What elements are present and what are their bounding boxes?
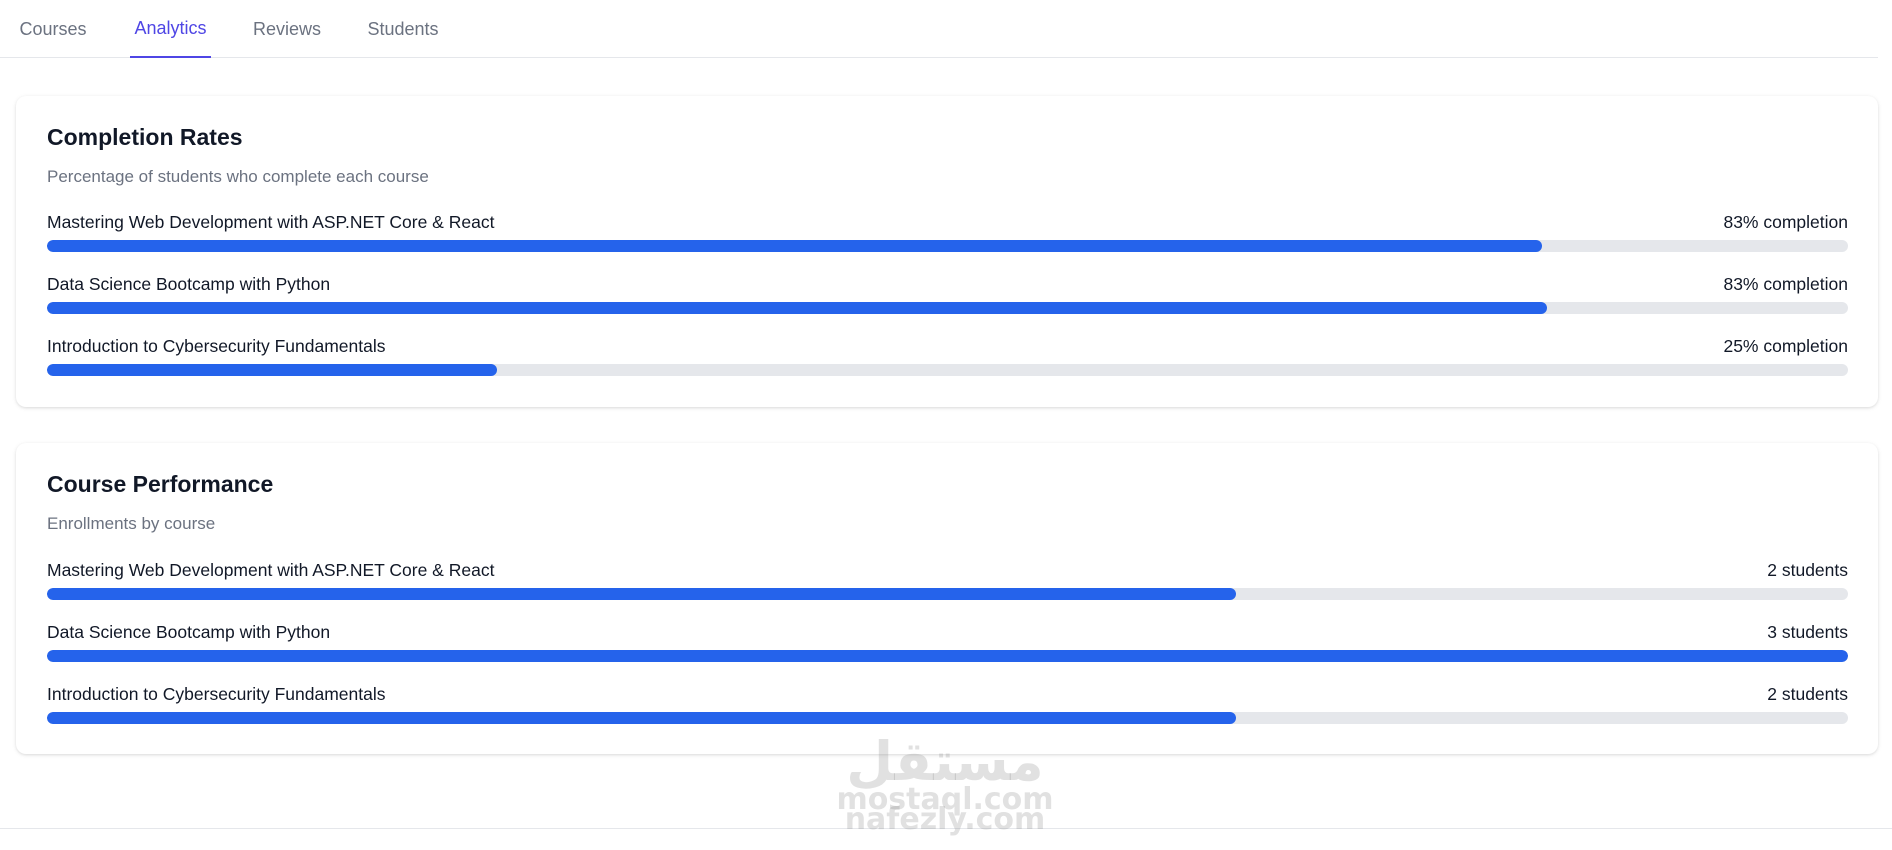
card-title: Course Performance (47, 471, 274, 497)
completion-rates-card: Completion Rates Percentage of students … (16, 96, 1878, 407)
progress-track (47, 650, 1848, 662)
card-title: Completion Rates (47, 124, 243, 150)
completion-value: 25% completion (1723, 336, 1848, 356)
course-name: Mastering Web Development with ASP.NET C… (47, 560, 495, 580)
card-subtitle: Enrollments by course (47, 514, 216, 533)
progress-fill (47, 588, 1236, 600)
completion-value: 83% completion (1723, 212, 1848, 232)
tab-reviews[interactable]: Reviews (250, 0, 324, 58)
progress-track (47, 302, 1848, 314)
analytics-page: Courses Analytics Reviews Students Compl… (0, 0, 1892, 850)
enrollment-row: Introduction to Cybersecurity Fundamenta… (47, 683, 1848, 727)
progress-fill (47, 712, 1236, 724)
card-subtitle: Percentage of students who complete each… (47, 167, 429, 186)
enrollment-value: 2 students (1767, 684, 1848, 704)
tab-courses[interactable]: Courses (16, 0, 90, 58)
course-name: Data Science Bootcamp with Python (47, 622, 331, 642)
watermark-arabic: مستقل (846, 730, 1046, 793)
progress-track (47, 712, 1848, 724)
course-performance-card: Course Performance Enrollments by course… (16, 443, 1878, 754)
progress-fill (47, 364, 498, 376)
progress-track (47, 588, 1848, 600)
watermark-logo: مستقل mostaql.com nafezly.com (830, 735, 1060, 835)
enrollment-row: Data Science Bootcamp with Python 3 stud… (47, 621, 1848, 665)
tab-students[interactable]: Students (362, 0, 444, 58)
course-name: Introduction to Cybersecurity Fundamenta… (47, 336, 386, 356)
progress-track (47, 364, 1848, 376)
course-name: Data Science Bootcamp with Python (47, 274, 331, 294)
progress-fill (47, 302, 1548, 314)
enrollment-value: 3 students (1767, 622, 1848, 642)
course-name: Mastering Web Development with ASP.NET C… (47, 212, 495, 232)
progress-fill (47, 240, 1542, 252)
completion-row: Mastering Web Development with ASP.NET C… (47, 211, 1848, 255)
course-name: Introduction to Cybersecurity Fundamenta… (47, 684, 386, 704)
enrollment-value: 2 students (1767, 560, 1848, 580)
enrollment-row: Mastering Web Development with ASP.NET C… (47, 559, 1848, 603)
tab-analytics[interactable]: Analytics (130, 0, 211, 58)
progress-fill (47, 650, 1848, 662)
tab-bar: Courses Analytics Reviews Students (0, 0, 1878, 58)
watermark-nafezly: nafezly.com (844, 802, 1046, 837)
completion-row: Data Science Bootcamp with Python 83% co… (47, 273, 1848, 317)
completion-row: Introduction to Cybersecurity Fundamenta… (47, 335, 1848, 379)
progress-track (47, 240, 1848, 252)
completion-value: 83% completion (1723, 274, 1848, 294)
